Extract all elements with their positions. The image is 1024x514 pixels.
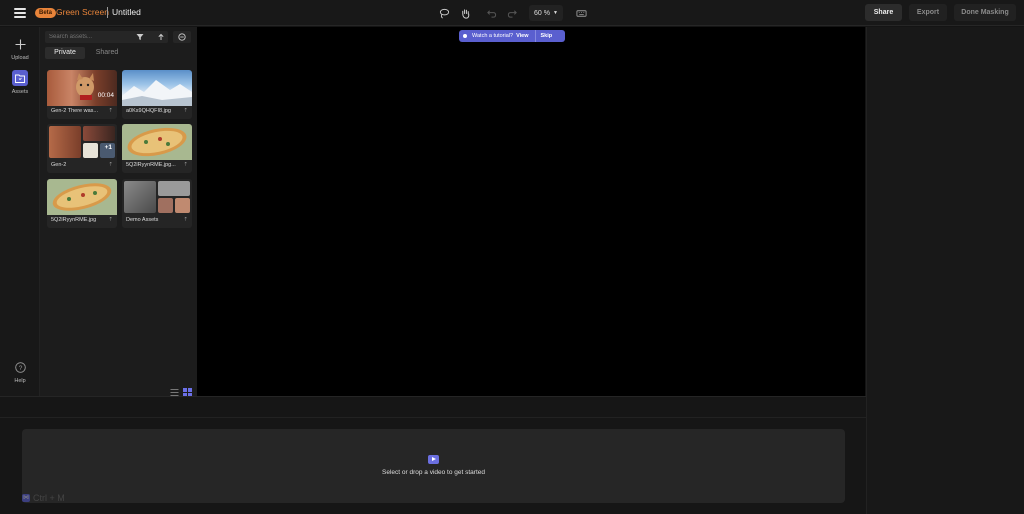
options-button[interactable]: [173, 31, 191, 43]
asset-name: a0Ks9QHQFI8.jpg: [126, 108, 171, 114]
asset-card[interactable]: 5Q2lRyynRME.jpg ⇡: [47, 179, 117, 228]
timeline: Select or drop a video to get started ⋈ …: [0, 418, 866, 514]
video-thumbnail: [47, 70, 117, 106]
redo-icon[interactable]: [504, 5, 520, 21]
product-name: Green Screen: [56, 7, 109, 17]
help-icon: ?: [12, 359, 28, 375]
asset-card[interactable]: 5Q2lRyynRME.jpg... ⇡: [122, 124, 192, 173]
pin-icon[interactable]: ⇡: [108, 108, 113, 114]
banner-divider: [534, 30, 536, 42]
zoom-value: 60 %: [534, 9, 550, 17]
video-icon: [428, 455, 439, 464]
asset-card[interactable]: a0Ks9QHQFI8.jpg ⇡: [122, 70, 192, 119]
asset-name: Demo Assets: [126, 217, 159, 223]
shortcut-hint: ⋈ Ctrl + M: [22, 493, 65, 503]
upload-label: Upload: [11, 55, 29, 61]
filter-icon: [136, 34, 143, 40]
beta-badge: Beta: [35, 8, 57, 18]
top-bar: Beta Green Screen Untitled 60 % ▼ Share …: [0, 0, 1024, 26]
search-input[interactable]: [45, 31, 167, 43]
asset-card[interactable]: 00:04 Gen-2 There was... ⇡: [47, 70, 117, 119]
menu-icon[interactable]: [14, 8, 26, 18]
upload-asset-button[interactable]: [153, 31, 168, 43]
arrow-up-icon: [157, 33, 164, 40]
folder-thumbnail: [47, 124, 117, 160]
info-dot-icon: [463, 34, 467, 38]
grid-view-icon[interactable]: [183, 384, 192, 397]
upload-button[interactable]: Upload: [0, 36, 40, 61]
hand-icon[interactable]: [457, 5, 473, 21]
asset-name: 5Q2lRyynRME.jpg: [51, 217, 97, 223]
properties-panel: [866, 27, 1024, 514]
tab-private[interactable]: Private: [45, 47, 85, 59]
tutorial-banner: Watch a tutorial? View Skip: [459, 30, 565, 42]
zoom-select[interactable]: 60 % ▼: [529, 5, 563, 21]
asset-folder-card[interactable]: Demo Assets ⇡: [122, 179, 192, 228]
asset-tabs: Private Shared: [45, 47, 169, 59]
shortcut-icon: ⋈: [22, 494, 30, 502]
document-title[interactable]: Untitled: [112, 7, 141, 17]
tutorial-skip-button[interactable]: Skip: [541, 33, 553, 39]
export-button[interactable]: Export: [909, 4, 947, 21]
chevron-down-icon: ▼: [553, 10, 558, 16]
asset-folder-card[interactable]: +1 Gen-2 ⇡: [47, 124, 117, 173]
left-rail: Upload Assets ? Help: [0, 27, 40, 396]
asset-name: Gen-2: [51, 162, 67, 168]
list-view-icon[interactable]: [170, 384, 179, 396]
asset-name: 5Q2lRyynRME.jpg...: [126, 162, 176, 168]
lasso-icon[interactable]: [436, 5, 452, 21]
image-thumbnail: [122, 124, 192, 160]
done-masking-button[interactable]: Done Masking: [954, 4, 1016, 21]
video-duration: 00:04: [97, 92, 114, 99]
preview-canvas[interactable]: Watch a tutorial? View Skip: [197, 27, 865, 396]
more-count: +1: [104, 144, 112, 151]
undo-icon[interactable]: [483, 5, 499, 21]
folder-thumbnail: [122, 179, 192, 215]
minus-circle-icon: [178, 33, 186, 41]
keyboard-icon[interactable]: [573, 5, 589, 21]
pin-icon[interactable]: ⇡: [183, 217, 188, 223]
shortcut-text: Ctrl + M: [33, 493, 65, 503]
share-button[interactable]: Share: [865, 4, 902, 21]
assets-button[interactable]: Assets: [0, 70, 40, 95]
asset-name: Gen-2 There was...: [51, 108, 98, 114]
pin-icon[interactable]: ⇡: [108, 217, 113, 223]
help-label: Help: [14, 378, 26, 384]
pin-icon[interactable]: ⇡: [183, 108, 188, 114]
folder-icon: [12, 70, 28, 86]
pin-icon[interactable]: ⇡: [183, 162, 188, 168]
assets-label: Assets: [11, 89, 29, 95]
dropzone-text: Select or drop a video to get started: [382, 469, 485, 476]
svg-text:?: ?: [18, 364, 22, 371]
title-separator: [107, 7, 108, 18]
video-dropzone[interactable]: Select or drop a video to get started ⋈ …: [22, 429, 845, 503]
image-thumbnail: [47, 179, 117, 215]
image-thumbnail: [122, 70, 192, 106]
filter-button[interactable]: [131, 31, 148, 43]
tab-shared[interactable]: Shared: [87, 47, 127, 59]
assets-panel: Private Shared 00:04 Gen-2 There was... …: [40, 27, 197, 397]
tutorial-view-link[interactable]: View: [516, 33, 528, 39]
pin-icon[interactable]: ⇡: [108, 162, 113, 168]
tutorial-text: Watch a tutorial?: [472, 33, 514, 39]
plus-icon: [12, 36, 28, 52]
timeline-header: [0, 396, 866, 418]
help-button[interactable]: ? Help: [0, 359, 40, 384]
